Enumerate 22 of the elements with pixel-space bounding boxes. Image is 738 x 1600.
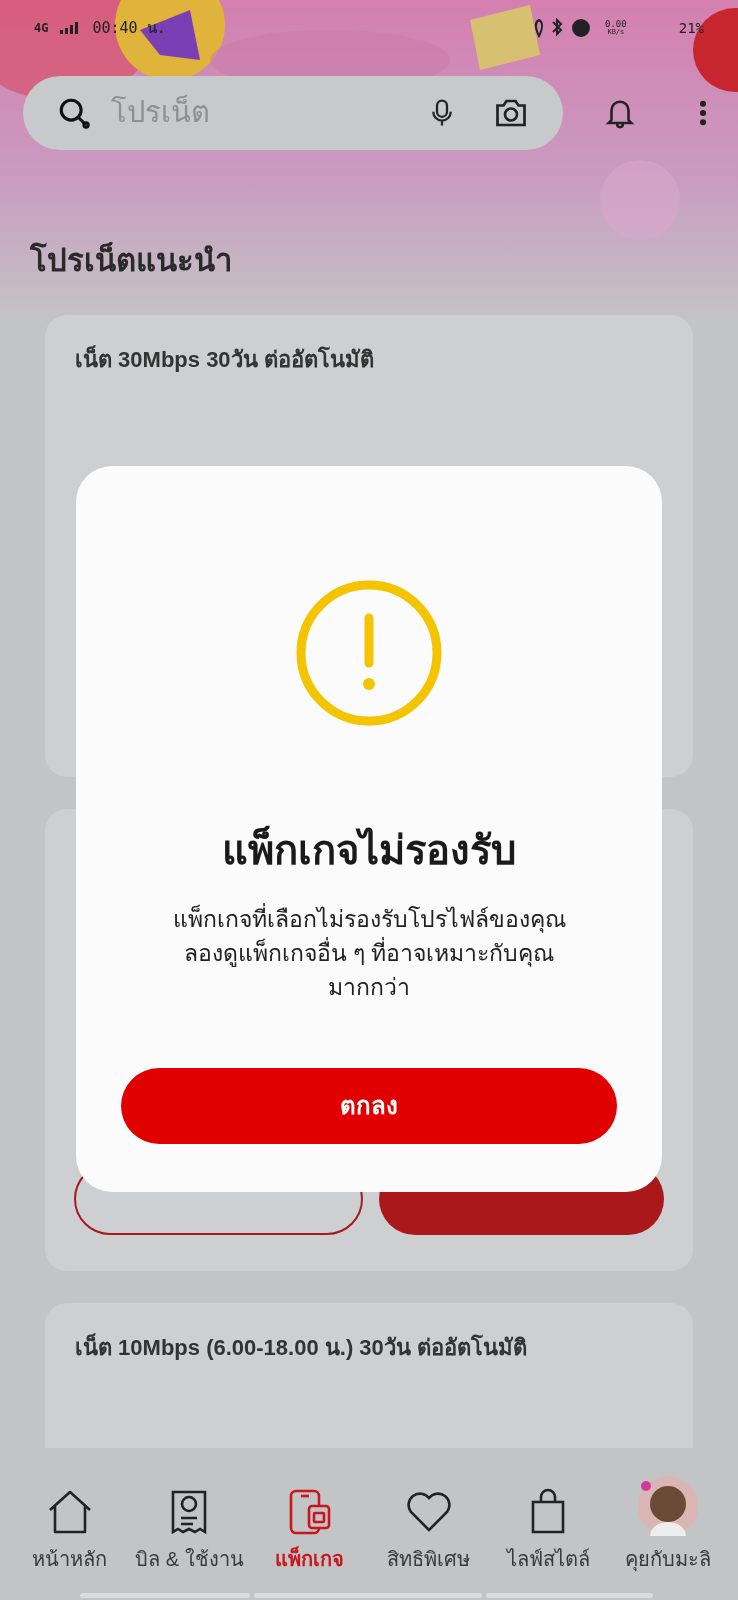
network-speed: 0.00: [605, 20, 627, 29]
ok-button[interactable]: ตกลง: [121, 1068, 617, 1144]
package-title: เน็ต 10Mbps (6.00-18.00 น.) 30วัน ต่ออัตโนมัติ: [75, 1332, 528, 1362]
nav-tab[interactable]: แพ็กเกจ: [250, 1488, 369, 1574]
dialog-title: แพ็กเกจไม่รองรับ: [222, 820, 516, 880]
status-time: 00:40 น.: [92, 17, 166, 39]
section-title: โปรเน็ตแนะนำ: [29, 241, 233, 280]
avatar[interactable]: [638, 1476, 699, 1536]
search-placeholder: โปรเน็ต: [111, 93, 211, 131]
warning-icon: [294, 578, 444, 728]
network-indicator: 4G: [34, 20, 49, 37]
more-icon[interactable]: [699, 99, 707, 127]
nav-tab[interactable]: สิทธิพิเศษ: [369, 1488, 488, 1574]
signal-icon: [60, 22, 81, 34]
nav-tab[interactable]: ไลฟ์สไตล์: [489, 1488, 608, 1574]
status-icons: [533, 18, 593, 38]
nav-tab[interactable]: หน้าหลัก: [10, 1488, 129, 1574]
dialog-message: แพ็กเกจที่เลือกไม่รองรับโปรไฟล์ของคุณ ลองดูแพ็กเกจอื่น ๆ ที่อาจเหมาะกับคุณ มากกว่า: [172, 902, 566, 1004]
package-title: เน็ต 30Mbps 30วัน ต่ออัตโนมัติ: [75, 344, 375, 374]
search-icon[interactable]: [57, 96, 91, 130]
nav-tab[interactable]: คุยกับมะลิ: [609, 1476, 728, 1574]
nav-tab[interactable]: บิล & ใช้งาน: [130, 1488, 249, 1574]
